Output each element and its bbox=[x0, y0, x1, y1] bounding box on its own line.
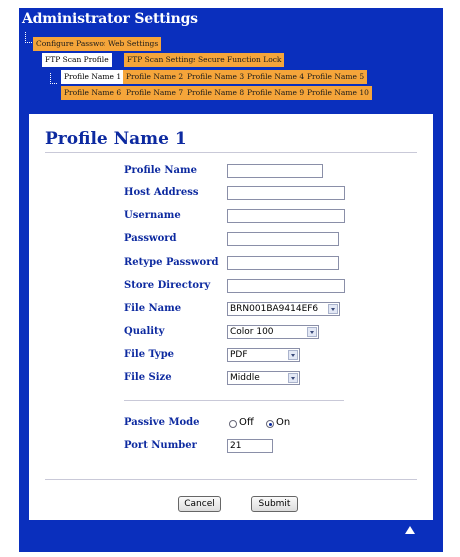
tab-profile-name-3[interactable]: Profile Name 3 bbox=[184, 70, 248, 84]
quality-value: Color 100 bbox=[230, 327, 274, 337]
port-number-input[interactable]: 21 bbox=[227, 439, 273, 453]
file-name-value: BRN001BA9414EF6 bbox=[230, 304, 319, 314]
file-type-label: File Type bbox=[124, 349, 175, 360]
chevron-down-icon[interactable] bbox=[288, 373, 298, 383]
profile-name-label: Profile Name bbox=[124, 165, 197, 176]
footer-divider bbox=[45, 479, 417, 480]
file-size-value: Middle bbox=[230, 373, 260, 383]
passive-mode-label: Passive Mode bbox=[124, 417, 200, 428]
passive-mode-off-label: Off bbox=[239, 417, 254, 428]
profile-name-input[interactable] bbox=[227, 164, 323, 178]
quality-select[interactable]: Color 100 bbox=[227, 325, 319, 339]
file-name-select[interactable]: BRN001BA9414EF6 bbox=[227, 302, 340, 316]
host-address-label: Host Address bbox=[124, 187, 199, 198]
passive-mode-off-radio[interactable] bbox=[229, 420, 237, 428]
tab-profile-name-7[interactable]: Profile Name 7 bbox=[123, 86, 187, 100]
page-title: Administrator Settings bbox=[22, 11, 198, 27]
username-label: Username bbox=[124, 210, 181, 221]
username-input[interactable] bbox=[227, 209, 345, 223]
section-divider bbox=[124, 400, 344, 401]
tab-secure-function-lock[interactable]: Secure Function Lock bbox=[195, 53, 285, 67]
tab-profile-name-5[interactable]: Profile Name 5 bbox=[304, 70, 368, 84]
tab-profile-name-4[interactable]: Profile Name 4 bbox=[244, 70, 308, 84]
quality-label: Quality bbox=[124, 326, 165, 337]
tab-ftp-scan-settings[interactable]: FTP Scan Settings bbox=[124, 53, 201, 67]
retype-password-input[interactable] bbox=[227, 256, 339, 270]
port-number-label: Port Number bbox=[124, 440, 197, 451]
password-label: Password bbox=[124, 233, 177, 244]
tab-profile-name-2[interactable]: Profile Name 2 bbox=[123, 70, 187, 84]
passive-mode-on-label: On bbox=[276, 417, 291, 428]
submit-button[interactable]: Submit bbox=[251, 496, 298, 512]
tab-configure-password[interactable]: Configure Password bbox=[33, 37, 116, 51]
file-type-value: PDF bbox=[230, 350, 248, 360]
tab-profile-name-8[interactable]: Profile Name 8 bbox=[184, 86, 248, 100]
host-address-input[interactable] bbox=[227, 186, 345, 200]
tab-web-settings[interactable]: Web Settings bbox=[105, 37, 162, 51]
file-size-select[interactable]: Middle bbox=[227, 371, 300, 385]
chevron-down-icon[interactable] bbox=[288, 350, 298, 360]
profile-form-panel: Profile Name 1 Profile Name Host Address… bbox=[29, 114, 433, 520]
password-input[interactable] bbox=[227, 232, 339, 246]
chevron-down-icon[interactable] bbox=[307, 327, 317, 337]
title-divider bbox=[45, 152, 417, 153]
tree-connector-icon bbox=[25, 32, 32, 43]
tab-profile-name-6[interactable]: Profile Name 6 bbox=[61, 86, 125, 100]
tab-profile-name-1[interactable]: Profile Name 1 bbox=[61, 70, 125, 84]
settings-frame: Administrator Settings Configure Passwor… bbox=[19, 8, 443, 552]
store-directory-input[interactable] bbox=[227, 279, 345, 293]
file-name-label: File Name bbox=[124, 303, 182, 314]
store-directory-label: Store Directory bbox=[124, 280, 211, 291]
retype-password-label: Retype Password bbox=[124, 257, 219, 268]
tab-profile-name-9[interactable]: Profile Name 9 bbox=[244, 86, 308, 100]
chevron-down-icon[interactable] bbox=[328, 304, 338, 314]
file-type-select[interactable]: PDF bbox=[227, 348, 300, 362]
tab-profile-name-10[interactable]: Profile Name 10 bbox=[304, 86, 372, 100]
passive-mode-on-radio[interactable] bbox=[266, 420, 274, 428]
file-size-label: File Size bbox=[124, 372, 172, 383]
tab-ftp-scan-profile[interactable]: FTP Scan Profile bbox=[42, 53, 112, 67]
tree-connector-icon bbox=[50, 73, 57, 84]
up-arrow-icon[interactable] bbox=[405, 526, 415, 534]
form-title: Profile Name 1 bbox=[45, 129, 187, 149]
cancel-button[interactable]: Cancel bbox=[178, 496, 221, 512]
